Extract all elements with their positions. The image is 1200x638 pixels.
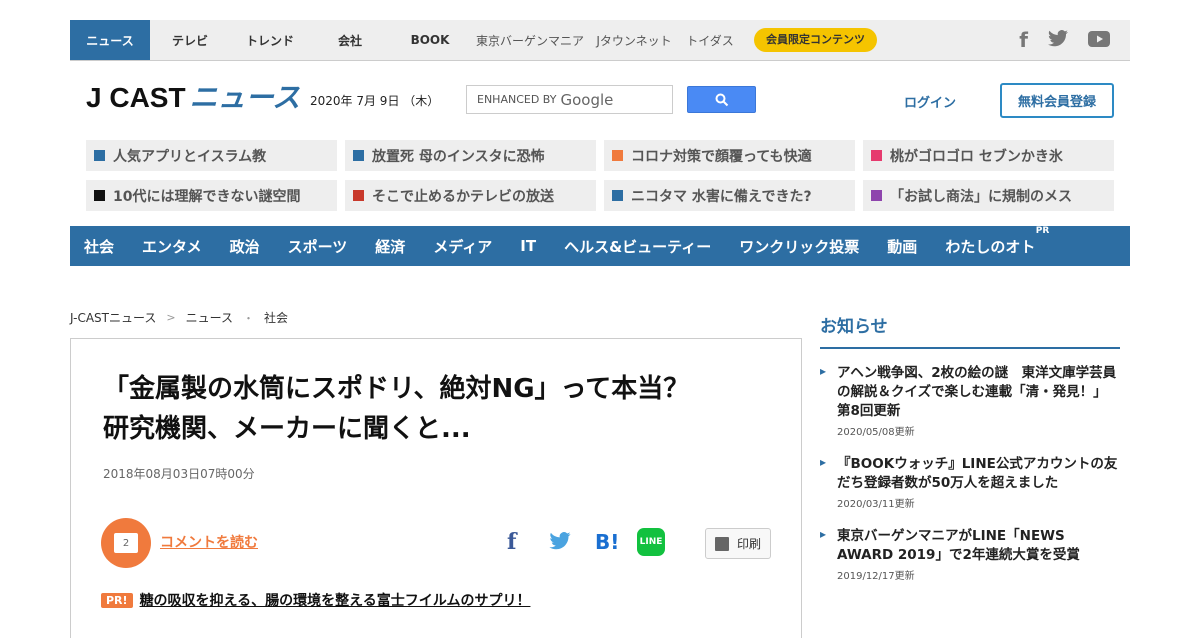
trend-bullet: [612, 150, 623, 161]
trend-bullet: [94, 150, 105, 161]
nav-video[interactable]: 動画: [887, 236, 917, 257]
search-input[interactable]: ENHANCED BY Google: [466, 85, 673, 114]
twitter-icon[interactable]: [1048, 20, 1068, 60]
sponsored-link-text[interactable]: 糖の吸収を抑える、腸の環境を整える富士フイルムのサプリ！: [140, 590, 531, 610]
notice-item-title: 東京バーゲンマニアがLINE「NEWS AWARD 2019」で2年連続大賞を受…: [837, 528, 1080, 563]
trend-bullet: [353, 190, 364, 201]
trend-item[interactable]: ニコタマ 水害に備えできた?: [604, 180, 855, 211]
login-link[interactable]: ログイン: [904, 92, 956, 111]
trend-label: 桃がゴロゴロ セブンかき氷: [890, 148, 1063, 165]
tab-jtown-net[interactable]: Jタウンネット: [590, 20, 678, 60]
article-date: 2018年08月03日07時00分: [103, 467, 255, 481]
notice-item[interactable]: 『BOOKウォッチ』LINE公式アカウントの友だち登録者数が50万人を超えました…: [820, 455, 1120, 510]
trend-label: 人気アプリとイスラム教: [113, 148, 267, 165]
trend-label: 「お試し商法」に規制のメス: [890, 188, 1072, 205]
search-prefix: ENHANCED BY: [477, 93, 557, 106]
trend-bullet: [353, 150, 364, 161]
trend-bullet: [871, 150, 882, 161]
trend-item[interactable]: 人気アプリとイスラム教: [86, 140, 337, 171]
facebook-share-icon[interactable]: f: [507, 529, 516, 555]
breadcrumb-news[interactable]: ニュース: [186, 309, 233, 326]
trend-item[interactable]: 桃がゴロゴロ セブンかき氷: [863, 140, 1114, 171]
breadcrumb-separator: >: [166, 311, 176, 324]
nav-media[interactable]: メディア: [433, 236, 492, 257]
nav-watashi-no-oto[interactable]: わたしのオト PR: [945, 226, 1049, 257]
trend-label: コロナ対策で顔覆っても快適: [631, 148, 812, 165]
category-nav: 社会 エンタメ 政治 スポーツ 経済 メディア IT ヘルス&ビューティー ワン…: [70, 226, 1130, 266]
article-title: 「金属製の水筒にスポドリ、絶対NG」って本当？ 研究機関、メーカーに聞くと...: [103, 374, 716, 444]
twitter-share-icon[interactable]: [549, 531, 571, 557]
comment-bubble-icon: 2: [114, 533, 138, 553]
search-brand: Google: [560, 90, 614, 109]
youtube-icon[interactable]: [1088, 20, 1110, 60]
site-logo[interactable]: J CAST ニュース: [86, 83, 300, 113]
pr-badge: PR: [1035, 225, 1050, 236]
nav-label: わたしのオト: [945, 237, 1036, 256]
notice-item-title: 『BOOKウォッチ』LINE公式アカウントの友だち登録者数が50万人を超えました: [837, 456, 1118, 491]
facebook-icon[interactable]: f: [1019, 20, 1028, 60]
notice-item[interactable]: 東京バーゲンマニアがLINE「NEWS AWARD 2019」で2年連続大賞を受…: [820, 527, 1120, 582]
comment-link[interactable]: コメントを読む: [160, 532, 258, 552]
trend-bullet: [612, 190, 623, 201]
nav-sports[interactable]: スポーツ: [288, 236, 348, 257]
member-content-button[interactable]: 会員限定コンテンツ: [754, 28, 877, 52]
search-button[interactable]: [687, 86, 756, 113]
print-label: 印刷: [736, 537, 761, 551]
breadcrumb-home[interactable]: J-CASTニュース: [70, 309, 156, 326]
nav-one-click-vote[interactable]: ワンクリック投票: [739, 236, 859, 257]
trend-label: ニコタマ 水害に備えできた?: [631, 188, 812, 205]
line-share-icon[interactable]: LINE: [637, 528, 665, 556]
nav-it[interactable]: IT: [520, 237, 536, 255]
tab-news[interactable]: ニュース: [70, 20, 150, 60]
sponsored-link: PR! 糖の吸収を抑える、腸の環境を整える富士フイルムのサプリ！: [101, 590, 530, 610]
tab-trend[interactable]: トレンド: [230, 20, 310, 60]
trend-label: 放置死 母のインスタに恐怖: [372, 148, 545, 165]
site-header: J CAST ニュース 2020年 7月 9日 （木） ENHANCED BY G…: [70, 60, 1130, 138]
printer-icon: [714, 536, 729, 551]
tab-book[interactable]: BOOK: [390, 20, 470, 60]
nav-politics[interactable]: 政治: [230, 236, 260, 257]
breadcrumb-society[interactable]: 社会: [264, 309, 288, 326]
tab-company[interactable]: 会社: [310, 20, 390, 60]
nav-health-beauty[interactable]: ヘルス&ビューティー: [564, 236, 711, 257]
nav-entame[interactable]: エンタメ: [142, 236, 202, 257]
trend-bullet: [94, 190, 105, 201]
hatena-bookmark-icon[interactable]: B!: [595, 529, 619, 555]
comment-count: 2: [122, 537, 130, 549]
trend-item[interactable]: そこで止めるかテレビの放送: [345, 180, 596, 211]
notice-item-date: 2020/03/11更新: [837, 499, 915, 510]
tab-bargain-mania[interactable]: 東京バーゲンマニア: [470, 20, 590, 60]
social-links: f: [1019, 20, 1130, 60]
notice-item[interactable]: アヘン戦争図、2枚の絵の謎 東洋文庫学芸員の解説＆クイズで楽しむ連載「清・発見！…: [820, 364, 1120, 438]
logo-main: J CAST: [86, 82, 186, 113]
notice-item-date: 2019/12/17更新: [837, 571, 915, 582]
trend-item[interactable]: 「お試し商法」に規制のメス: [863, 180, 1114, 211]
current-date: 2020年 7月 9日 （木）: [310, 94, 440, 108]
notice-item-date: 2020/05/08更新: [837, 427, 915, 438]
search-icon: [715, 93, 728, 106]
nav-society[interactable]: 社会: [84, 236, 114, 257]
trend-item[interactable]: コロナ対策で顔覆っても快適: [604, 140, 855, 171]
top-bar: ニュース テレビ トレンド 会社 BOOK 東京バーゲンマニア Jタウンネット …: [70, 20, 1130, 60]
register-button[interactable]: 無料会員登録: [1000, 83, 1114, 118]
pr-tag: PR!: [101, 592, 133, 608]
notice-heading: お知らせ: [820, 312, 1120, 349]
comment-button[interactable]: 2: [101, 518, 151, 568]
notice-sidebar: お知らせ アヘン戦争図、2枚の絵の謎 東洋文庫学芸員の解説＆クイズで楽しむ連載「…: [820, 312, 1120, 582]
trend-item[interactable]: 10代には理解できない謎空間: [86, 180, 337, 211]
tab-toidas[interactable]: トイダス: [678, 20, 742, 60]
breadcrumb: J-CASTニュース > ニュース ・ 社会: [70, 309, 288, 326]
tab-tv[interactable]: テレビ: [150, 20, 230, 60]
trending-topics: 人気アプリとイスラム教 放置死 母のインスタに恐怖 コロナ対策で顔覆っても快適 …: [86, 140, 1114, 211]
notice-item-title: アヘン戦争図、2枚の絵の謎 東洋文庫学芸員の解説＆クイズで楽しむ連載「清・発見！…: [837, 365, 1117, 419]
trend-item[interactable]: 放置死 母のインスタに恐怖: [345, 140, 596, 171]
trend-label: そこで止めるかテレビの放送: [372, 188, 554, 205]
breadcrumb-separator: ・: [243, 311, 255, 325]
trend-label: 10代には理解できない謎空間: [113, 188, 301, 205]
logo-news: ニュース: [189, 82, 301, 113]
article: 「金属製の水筒にスポドリ、絶対NG」って本当？ 研究機関、メーカーに聞くと...…: [70, 338, 802, 638]
trend-bullet: [871, 190, 882, 201]
nav-economy[interactable]: 経済: [375, 236, 405, 257]
print-button[interactable]: 印刷: [705, 528, 771, 559]
